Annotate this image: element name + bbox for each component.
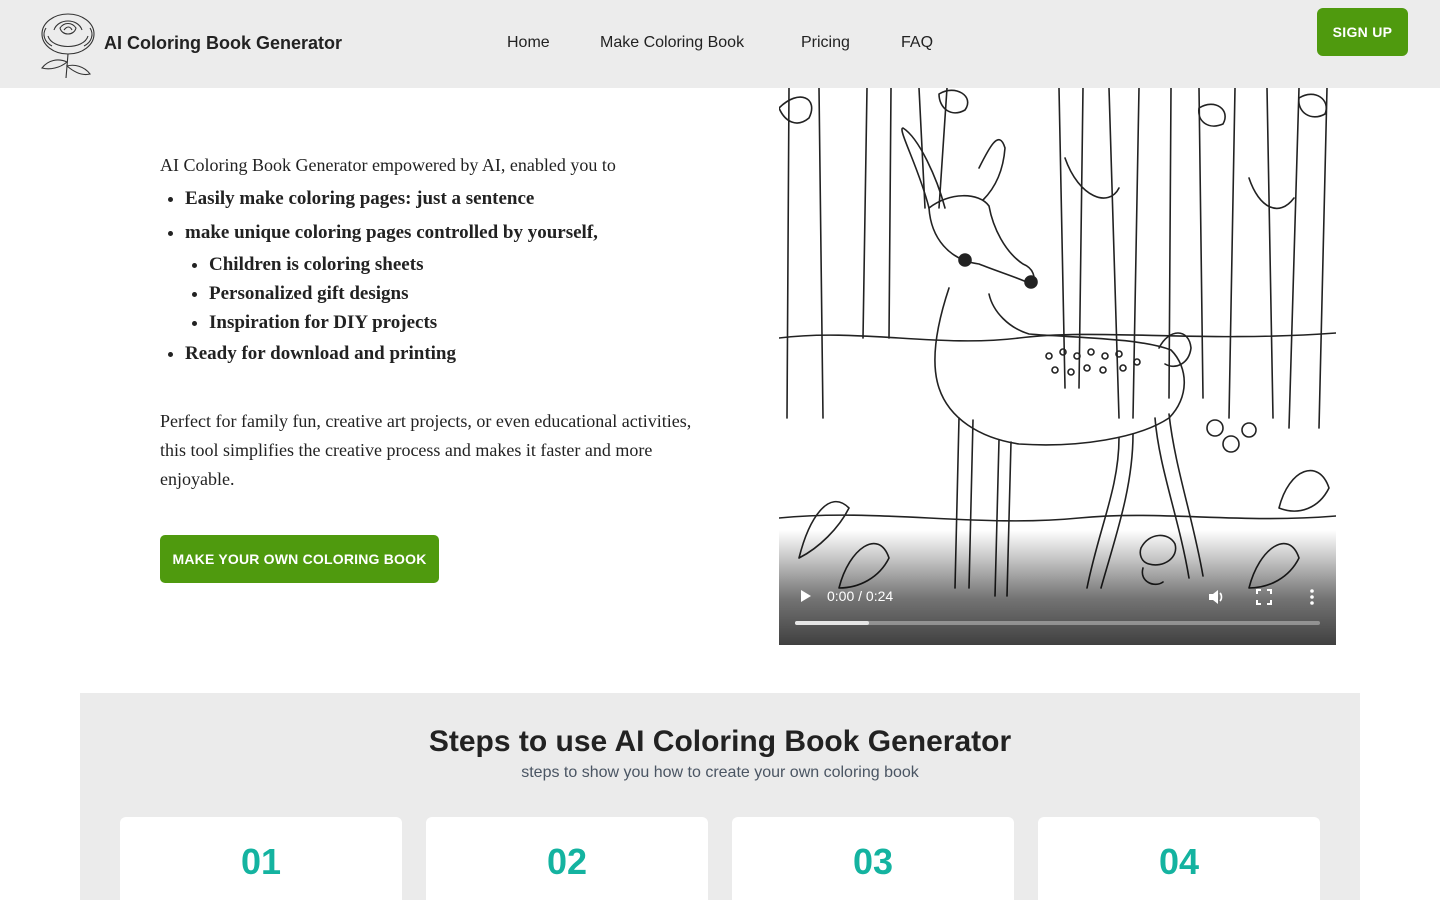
- sub-feature-item: Children is coloring sheets: [209, 250, 720, 279]
- nav-home[interactable]: Home: [507, 34, 550, 52]
- signup-button[interactable]: SIGN UP: [1317, 8, 1408, 56]
- feature-item: make unique coloring pages controlled by…: [185, 216, 720, 337]
- nav-faq[interactable]: FAQ: [901, 34, 933, 52]
- step-number: 02: [546, 841, 588, 882]
- step-card: 03: [732, 817, 1014, 917]
- sub-feature-item: Inspiration for DIY projects: [209, 308, 720, 337]
- step-card: 04: [1038, 817, 1320, 917]
- volume-icon[interactable]: [1207, 588, 1225, 606]
- steps-section: Steps to use AI Coloring Book Generator …: [80, 693, 1360, 917]
- nav-pricing[interactable]: Pricing: [801, 34, 850, 52]
- feature-item: Ready for download and printing: [185, 337, 720, 371]
- video-time: 0:00 / 0:24: [827, 588, 894, 604]
- feature-list: Easily make coloring pages: just a sente…: [160, 182, 720, 371]
- step-number: 03: [852, 841, 894, 882]
- steps-subtitle: steps to show you how to create your own…: [521, 764, 919, 781]
- step-card: 01: [120, 817, 402, 917]
- sub-feature-item: Personalized gift designs: [209, 279, 720, 308]
- hero-description: Perfect for family fun, creative art pro…: [160, 411, 692, 489]
- sub-feature-list: Children is coloring sheets Personalized…: [185, 250, 720, 337]
- steps-title: Steps to use AI Coloring Book Generator: [428, 725, 1012, 758]
- main-nav: Home Make Coloring Book Pricing FAQ: [0, 34, 1440, 56]
- step-number: 01: [240, 841, 282, 882]
- nav-make-coloring-book[interactable]: Make Coloring Book: [600, 34, 744, 52]
- play-icon[interactable]: [797, 588, 813, 604]
- step-card: 02: [426, 817, 708, 917]
- more-vertical-icon[interactable]: [1305, 588, 1319, 606]
- feature-item: Easily make coloring pages: just a sente…: [185, 182, 720, 216]
- step-number: 04: [1158, 841, 1200, 882]
- fullscreen-icon[interactable]: [1256, 589, 1272, 605]
- hero-intro: AI Coloring Book Generator empowered by …: [160, 155, 616, 175]
- video-progress-bar[interactable]: [795, 621, 1320, 625]
- site-header: AI Coloring Book Generator Home Make Col…: [0, 0, 1440, 88]
- video-player[interactable]: 0:00 / 0:24: [779, 88, 1336, 645]
- hero-text: AI Coloring Book Generator empowered by …: [160, 152, 720, 371]
- video-buffered-bar: [795, 621, 869, 625]
- make-coloring-book-button[interactable]: MAKE YOUR OWN COLORING BOOK: [160, 535, 439, 583]
